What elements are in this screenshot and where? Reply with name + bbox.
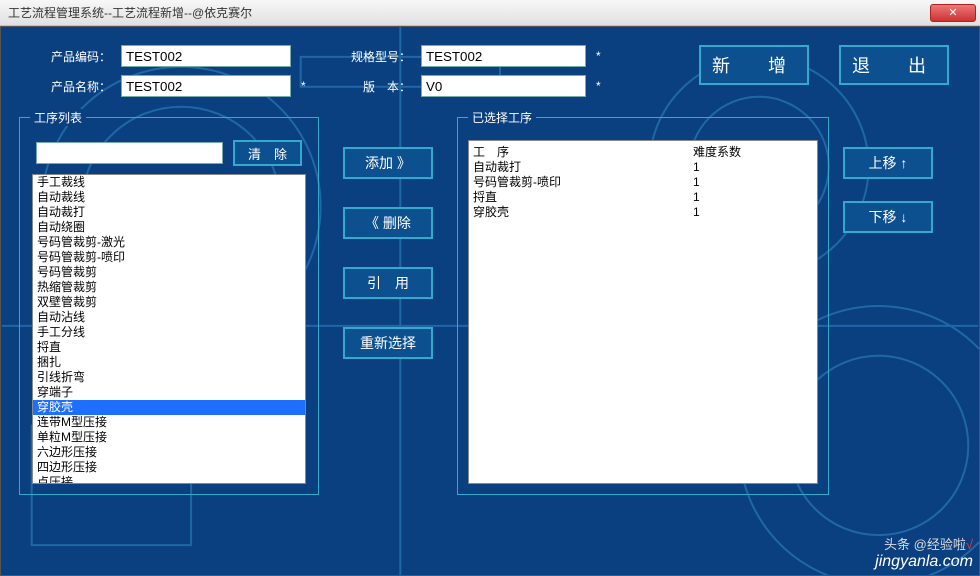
filter-input[interactable] [36, 142, 223, 164]
list-item[interactable]: 穿胶壳 [33, 400, 305, 415]
close-button[interactable]: ✕ [930, 4, 976, 22]
add-button[interactable]: 添加 》 [343, 147, 433, 179]
list-item[interactable]: 引线折弯 [33, 370, 305, 385]
list-item[interactable]: 手工分线 [33, 325, 305, 340]
spec-label: 规格型号： [331, 48, 411, 65]
new-button[interactable]: 新 增 [699, 45, 809, 85]
required-star: * [596, 49, 616, 63]
exit-button[interactable]: 退 出 [839, 45, 949, 85]
product-name-input[interactable] [121, 75, 291, 97]
table-row[interactable]: 自动裁打1 [469, 160, 817, 175]
list-item[interactable]: 自动裁线 [33, 190, 305, 205]
table-row[interactable]: 捋直1 [469, 190, 817, 205]
list-item[interactable]: 自动绕圈 [33, 220, 305, 235]
list-item[interactable]: 自动沾线 [33, 310, 305, 325]
list-item[interactable]: 自动裁打 [33, 205, 305, 220]
window-title: 工艺流程管理系统--工艺流程新增--@依克赛尔 [8, 4, 930, 21]
required-star: * [301, 79, 321, 93]
selected-process-legend: 已选择工序 [468, 109, 536, 126]
reselect-button[interactable]: 重新选择 [343, 327, 433, 359]
table-row[interactable]: 穿胶壳1 [469, 205, 817, 220]
list-item[interactable]: 单粒M型压接 [33, 430, 305, 445]
spec-input[interactable] [421, 45, 586, 67]
remove-button[interactable]: 《 删除 [343, 207, 433, 239]
product-code-input[interactable] [121, 45, 291, 67]
quote-button[interactable]: 引 用 [343, 267, 433, 299]
list-item[interactable]: 号码管裁剪-喷印 [33, 250, 305, 265]
list-item[interactable]: 热缩管裁剪 [33, 280, 305, 295]
list-item[interactable]: 四边形压接 [33, 460, 305, 475]
list-item[interactable]: 六边形压接 [33, 445, 305, 460]
list-item[interactable]: 连带M型压接 [33, 415, 305, 430]
product-code-label: 产品编码： [31, 48, 111, 65]
clear-button[interactable]: 清 除 [233, 140, 302, 166]
watermark-site: jingyanla.com [875, 553, 973, 571]
version-label: 版 本： [331, 78, 411, 95]
process-list-group: 工序列表 清 除 手工裁线自动裁线自动裁打自动绕圈号码管裁剪-激光号码管裁剪-喷… [19, 117, 319, 495]
required-star: * [596, 79, 616, 93]
list-item[interactable]: 穿端子 [33, 385, 305, 400]
col-coef: 难度系数 [693, 143, 741, 160]
version-input[interactable] [421, 75, 586, 97]
list-item[interactable]: 号码管裁剪-激光 [33, 235, 305, 250]
list-item[interactable]: 双壁管裁剪 [33, 295, 305, 310]
selected-table[interactable]: 工 序 难度系数 自动裁打1号码管裁剪-喷印1捋直1穿胶壳1 [468, 140, 818, 484]
list-item[interactable]: 捆扎 [33, 355, 305, 370]
list-item[interactable]: 号码管裁剪 [33, 265, 305, 280]
move-down-button[interactable]: 下移 ↓ [843, 201, 933, 233]
list-item[interactable]: 手工裁线 [33, 175, 305, 190]
move-up-button[interactable]: 上移 ↑ [843, 147, 933, 179]
list-item[interactable]: 捋直 [33, 340, 305, 355]
process-list-legend: 工序列表 [30, 109, 86, 126]
selected-process-group: 已选择工序 工 序 难度系数 自动裁打1号码管裁剪-喷印1捋直1穿胶壳1 [457, 117, 829, 495]
col-process: 工 序 [473, 143, 693, 160]
watermark-brand: 头条 @经验啦√ [884, 534, 973, 553]
list-item[interactable]: 点压接 [33, 475, 305, 483]
table-row[interactable]: 号码管裁剪-喷印1 [469, 175, 817, 190]
product-name-label: 产品名称： [31, 78, 111, 95]
process-listbox[interactable]: 手工裁线自动裁线自动裁打自动绕圈号码管裁剪-激光号码管裁剪-喷印号码管裁剪热缩管… [32, 174, 306, 484]
